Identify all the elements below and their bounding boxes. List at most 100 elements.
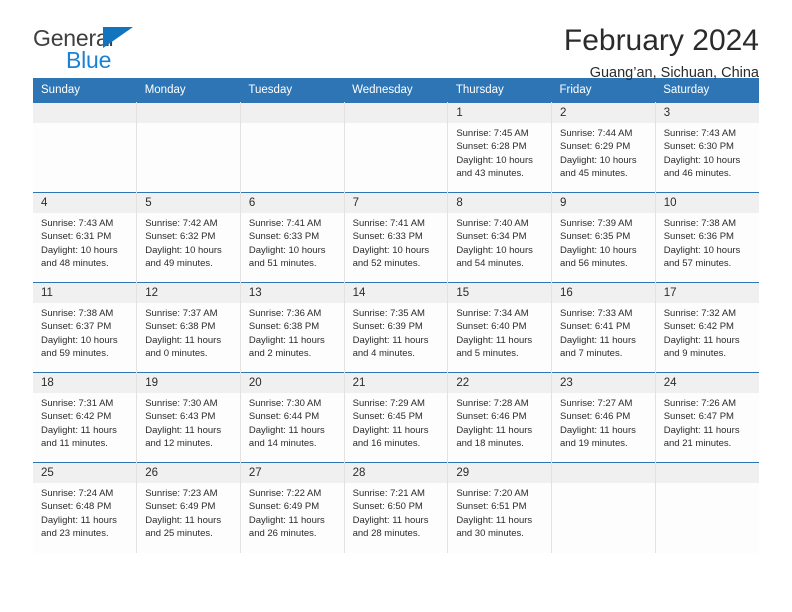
daylight-text-line1: Daylight: 11 hours [663,334,740,346]
sunset-text: Sunset: 6:33 PM [248,231,320,243]
sunrise-text: Sunrise: 7:31 AM [41,398,114,409]
sunset-text: Sunset: 6:46 PM [560,411,631,423]
day-cell-inner: 3 Sunrise: 7:43 AM Sunset: 6:30 PM Daylight… [655,103,759,192]
day-cell-inner: 19 Sunrise: 7:30 AM Sunset: 6:43 PM Dayligh… [137,373,240,462]
day-details: Sunrise: 7:33 AM Sunset: 6:41 PM Daylight:… [552,303,655,360]
calendar-day-cell[interactable]: 2 Sunrise: 7:44 AM Sunset: 6:29 PM Daylight… [551,102,656,193]
calendar-day-cell[interactable]: 7 Sunrise: 7:41 AM Sunset: 6:33 PM Daylight… [344,192,449,283]
day-number: 12 [137,283,240,303]
calendar-day-cell[interactable]: 8 Sunrise: 7:40 AM Sunset: 6:34 PM Daylight… [447,192,553,283]
calendar-day-cell[interactable]: 21 Sunrise: 7:29 AM Sunset: 6:45 PM Dayligh… [344,372,449,463]
calendar-day-cell[interactable]: 13 Sunrise: 7:36 AM Sunset: 6:38 PM Dayligh… [240,282,345,373]
calendar-day-cell[interactable]: 29 Sunrise: 7:20 AM Sunset: 6:51 PM Dayligh… [447,462,553,553]
day-cell-inner: 26 Sunrise: 7:23 AM Sunset: 6:49 PM Dayligh… [137,463,240,553]
calendar-day-cell[interactable]: 28 Sunrise: 7:21 AM Sunset: 6:50 PM Dayligh… [344,462,449,553]
day-number [137,103,240,123]
daylight-text-line2: and 45 minutes. [560,167,628,179]
day-cell-inner [655,463,759,553]
daylight-text-line1: Daylight: 10 hours [560,244,637,256]
day-number [33,103,137,123]
general-blue-logo[interactable]: General Blue [33,24,233,72]
calendar-day-cell[interactable]: 16 Sunrise: 7:33 AM Sunset: 6:41 PM Dayligh… [551,282,656,373]
calendar-day-cell[interactable]: 25 Sunrise: 7:24 AM Sunset: 6:48 PM Dayligh… [33,462,138,553]
day-details [241,123,344,127]
daylight-text-line1: Daylight: 11 hours [145,334,222,346]
daylight-text-line2: and 19 minutes. [560,437,628,449]
calendar-day-cell[interactable]: 26 Sunrise: 7:23 AM Sunset: 6:49 PM Dayligh… [136,462,241,553]
day-cell-inner: 8 Sunrise: 7:40 AM Sunset: 6:34 PM Daylight… [448,193,552,282]
daylight-text-line2: and 0 minutes. [145,347,208,359]
day-number: 18 [33,373,137,393]
daylight-text-line1: Daylight: 10 hours [352,244,430,256]
daylight-text-line1: Daylight: 11 hours [248,424,325,436]
day-number: 20 [240,373,344,393]
daylight-text-line2: and 57 minutes. [663,257,732,269]
logo-triangle-icon [103,27,133,48]
sunrise-text: Sunrise: 7:35 AM [352,308,425,319]
calendar-cell-empty [136,102,241,193]
daylight-text-line2: and 46 minutes. [663,167,732,179]
day-details: Sunrise: 7:21 AM Sunset: 6:50 PM Daylight:… [345,483,448,540]
calendar-day-cell[interactable]: 4 Sunrise: 7:43 AM Sunset: 6:31 PM Daylight… [33,192,138,283]
daylight-text-line1: Daylight: 10 hours [663,244,741,256]
sunset-text: Sunset: 6:42 PM [41,411,112,423]
calendar-day-cell[interactable]: 19 Sunrise: 7:30 AM Sunset: 6:43 PM Dayligh… [136,372,241,463]
day-details: Sunrise: 7:29 AM Sunset: 6:45 PM Daylight:… [345,393,448,450]
sunset-text: Sunset: 6:38 PM [145,321,216,333]
calendar-body: 1 Sunrise: 7:45 AM Sunset: 6:28 PM Daylight… [33,102,759,553]
daylight-text-line2: and 49 minutes. [145,257,213,269]
day-number: 1 [448,103,552,123]
calendar-day-cell[interactable]: 15 Sunrise: 7:34 AM Sunset: 6:40 PM Dayligh… [447,282,553,373]
calendar-day-cell[interactable]: 1 Sunrise: 7:45 AM Sunset: 6:28 PM Daylight… [447,102,553,193]
weekday-header-tuesday: Tuesday [240,78,345,103]
day-number: 6 [240,193,344,213]
day-number: 11 [33,283,137,303]
daylight-text-line1: Daylight: 10 hours [663,154,741,166]
calendar-day-cell[interactable]: 3 Sunrise: 7:43 AM Sunset: 6:30 PM Daylight… [655,102,759,193]
daylight-text-line1: Daylight: 11 hours [352,424,429,436]
calendar-day-cell[interactable]: 14 Sunrise: 7:35 AM Sunset: 6:39 PM Dayligh… [344,282,449,373]
day-details: Sunrise: 7:36 AM Sunset: 6:38 PM Daylight:… [241,303,344,360]
day-cell-inner: 5 Sunrise: 7:42 AM Sunset: 6:32 PM Daylight… [137,193,240,282]
calendar-day-cell[interactable]: 9 Sunrise: 7:39 AM Sunset: 6:35 PM Daylight… [551,192,656,283]
day-details [345,123,448,127]
calendar-day-cell[interactable]: 22 Sunrise: 7:28 AM Sunset: 6:46 PM Dayligh… [447,372,553,463]
calendar-cell-empty [344,102,449,193]
day-details: Sunrise: 7:38 AM Sunset: 6:36 PM Daylight:… [656,213,759,270]
calendar-day-cell[interactable]: 23 Sunrise: 7:27 AM Sunset: 6:46 PM Dayligh… [551,372,656,463]
day-cell-inner: 24 Sunrise: 7:26 AM Sunset: 6:47 PM Dayligh… [655,373,759,462]
sunrise-text: Sunrise: 7:45 AM [456,128,529,139]
sunset-text: Sunset: 6:35 PM [560,231,631,243]
sunrise-text: Sunrise: 7:20 AM [456,488,529,499]
calendar-day-cell[interactable]: 24 Sunrise: 7:26 AM Sunset: 6:47 PM Dayligh… [655,372,759,463]
calendar-day-cell[interactable]: 18 Sunrise: 7:31 AM Sunset: 6:42 PM Dayligh… [33,372,138,463]
calendar-cell-empty [240,102,345,193]
sunrise-text: Sunrise: 7:27 AM [560,398,633,409]
daylight-text-line1: Daylight: 11 hours [145,424,222,436]
daylight-text-line1: Daylight: 11 hours [352,514,429,526]
sunset-text: Sunset: 6:47 PM [663,411,734,423]
sunset-text: Sunset: 6:49 PM [248,501,320,513]
calendar-day-cell[interactable]: 10 Sunrise: 7:38 AM Sunset: 6:36 PM Dayligh… [655,192,759,283]
sunrise-text: Sunrise: 7:38 AM [41,308,114,319]
day-cell-inner: 23 Sunrise: 7:27 AM Sunset: 6:46 PM Dayligh… [552,373,655,462]
sunset-text: Sunset: 6:29 PM [560,141,631,153]
day-cell-inner: 16 Sunrise: 7:33 AM Sunset: 6:41 PM Dayligh… [552,283,655,372]
daylight-text-line1: Daylight: 10 hours [560,154,637,166]
calendar-day-cell[interactable]: 20 Sunrise: 7:30 AM Sunset: 6:44 PM Dayligh… [240,372,345,463]
day-cell-inner: 13 Sunrise: 7:36 AM Sunset: 6:38 PM Dayligh… [240,283,344,372]
calendar-day-cell[interactable]: 17 Sunrise: 7:32 AM Sunset: 6:42 PM Dayligh… [655,282,759,373]
daylight-text-line2: and 23 minutes. [41,527,109,539]
calendar-day-cell[interactable]: 6 Sunrise: 7:41 AM Sunset: 6:33 PM Daylight… [240,192,345,283]
calendar-day-cell[interactable]: 27 Sunrise: 7:22 AM Sunset: 6:49 PM Dayligh… [240,462,345,553]
day-number: 19 [137,373,240,393]
calendar-day-cell[interactable]: 12 Sunrise: 7:37 AM Sunset: 6:38 PM Dayligh… [136,282,241,373]
day-number: 26 [137,463,240,483]
day-number: 15 [448,283,552,303]
day-number: 16 [552,283,655,303]
sunset-text: Sunset: 6:45 PM [352,411,423,423]
calendar-day-cell[interactable]: 11 Sunrise: 7:38 AM Sunset: 6:37 PM Dayligh… [33,282,138,373]
daylight-text-line2: and 51 minutes. [248,257,317,269]
sunrise-text: Sunrise: 7:29 AM [352,398,425,409]
calendar-day-cell[interactable]: 5 Sunrise: 7:42 AM Sunset: 6:32 PM Daylight… [136,192,241,283]
